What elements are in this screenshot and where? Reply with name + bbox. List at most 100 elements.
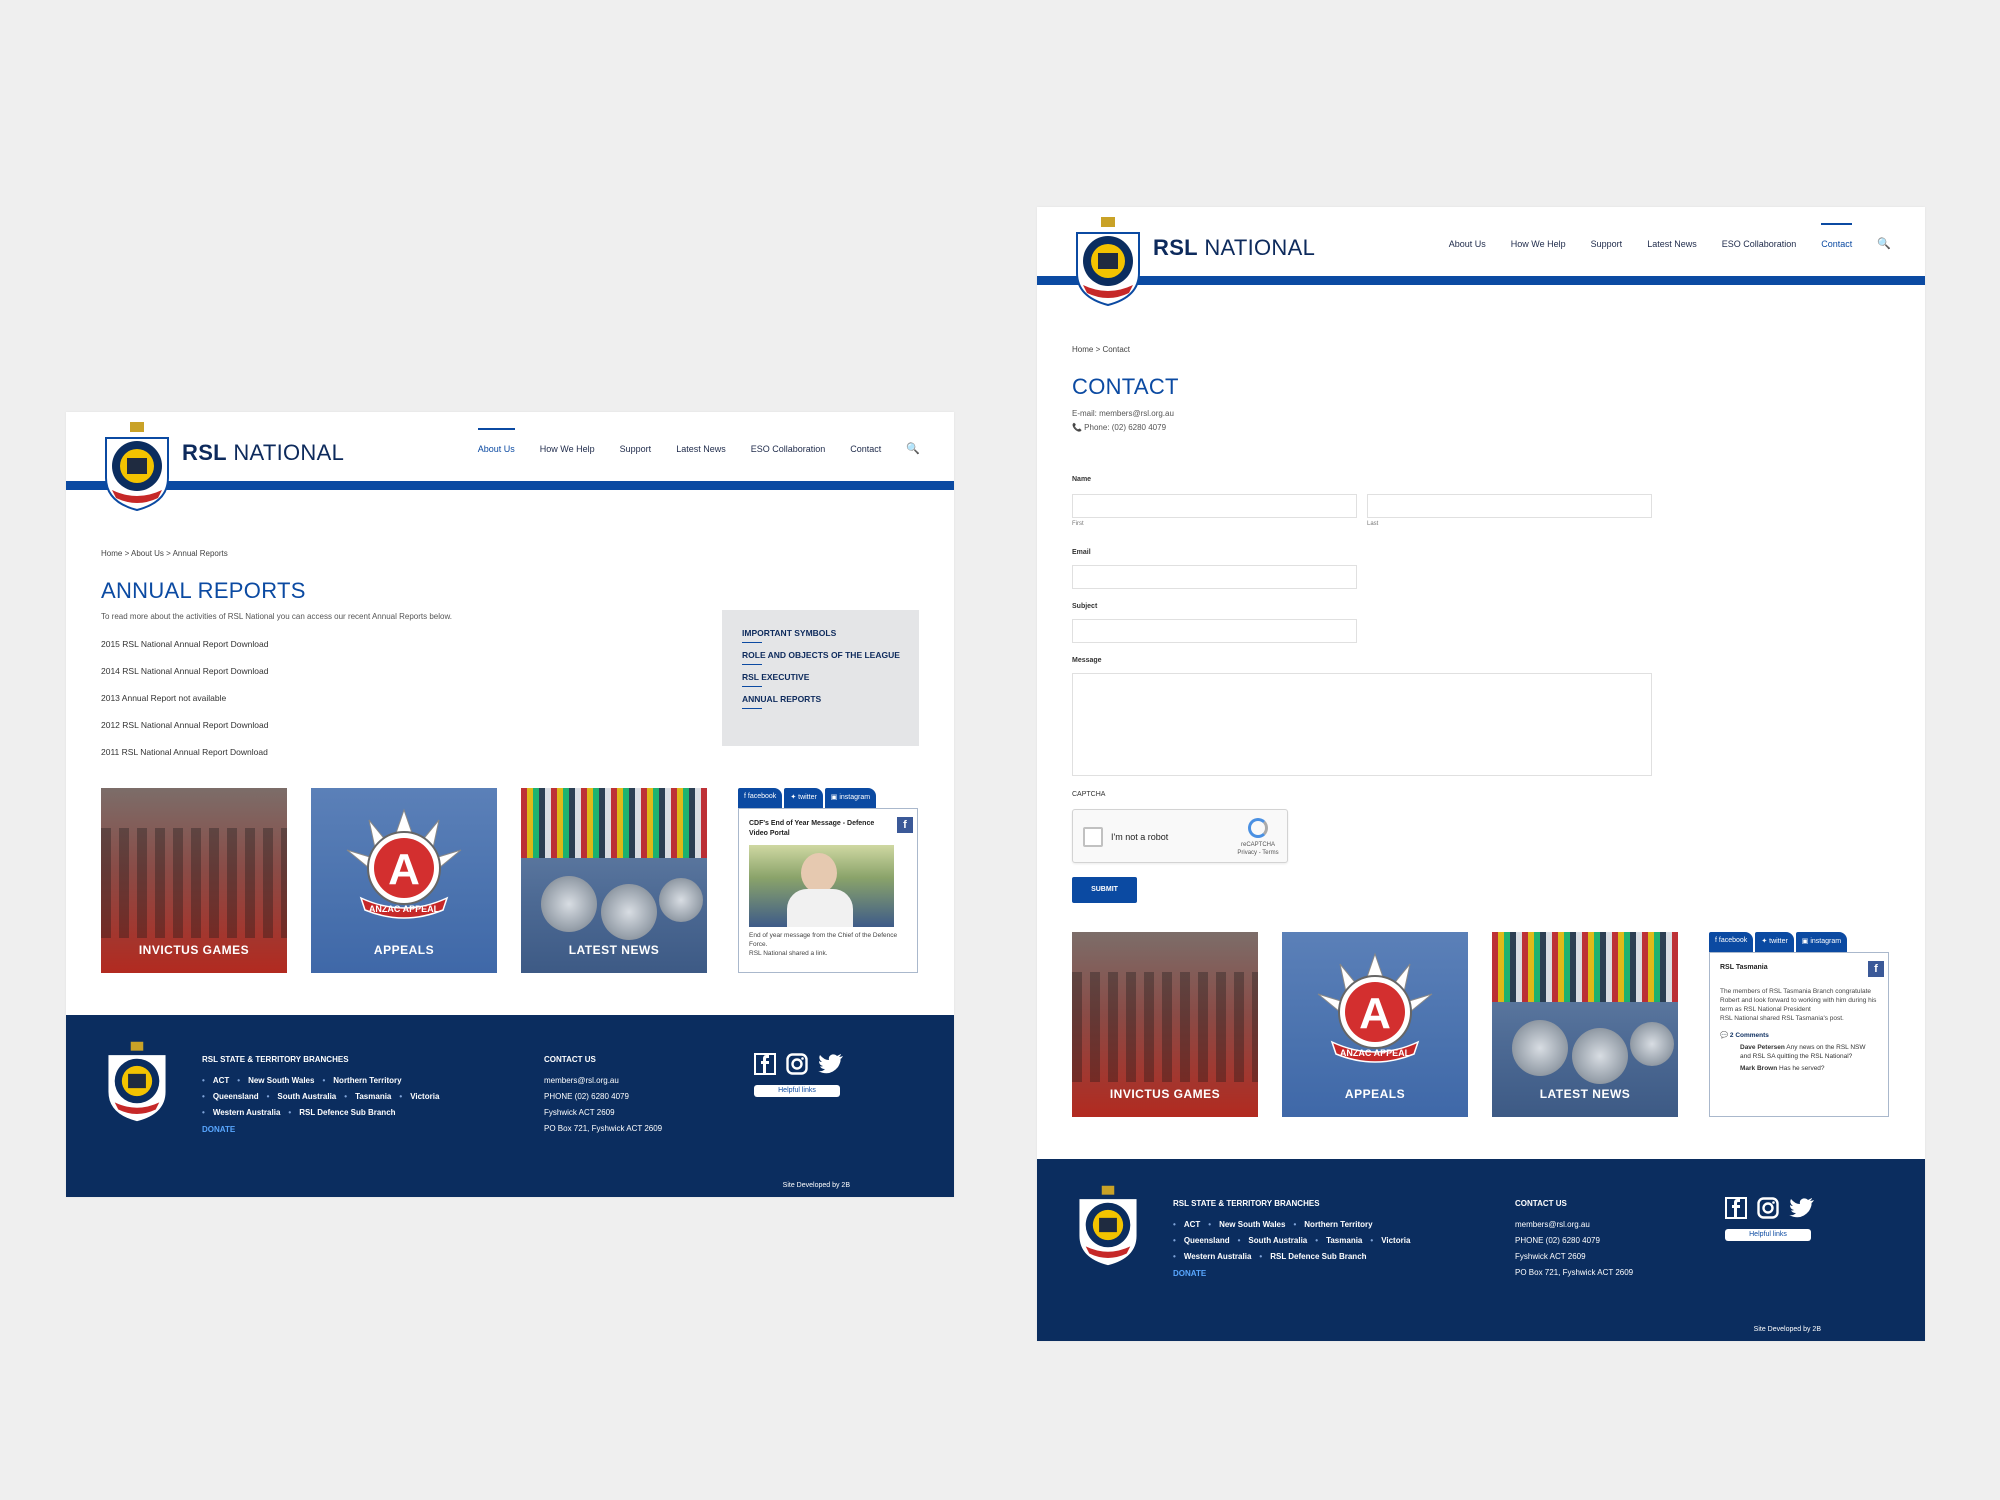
branch-nt[interactable]: Northern Territory	[1304, 1220, 1372, 1229]
rsl-badge-logo-icon[interactable]	[104, 1037, 170, 1125]
brand-name[interactable]: RSL NATIONAL	[182, 440, 344, 466]
branches-column: RSL STATE & TERRITORY BRANCHES • ACT • New…	[1173, 1199, 1410, 1278]
footer-email[interactable]: members@rsl.org.au	[1515, 1220, 1633, 1229]
tab-instagram[interactable]: ▣ instagram	[1795, 932, 1848, 952]
branch-vic[interactable]: Victoria	[1381, 1236, 1410, 1245]
tile-invictus-games[interactable]: INVICTUS GAMES	[1072, 932, 1258, 1117]
nav-latest-news[interactable]: Latest News	[676, 444, 726, 454]
branch-nsw[interactable]: New South Wales	[1219, 1220, 1285, 1229]
facebook-icon[interactable]: f	[1868, 961, 1884, 977]
post-title[interactable]: CDF's End of Year Message - Defence Vide…	[749, 819, 884, 839]
nav-how-we-help[interactable]: How We Help	[1511, 239, 1566, 249]
breadcrumb[interactable]: Home > Contact	[1072, 345, 1130, 354]
tile-label: LATEST NEWS	[568, 943, 660, 957]
tile-latest-news[interactable]: LATEST NEWS	[521, 788, 707, 973]
instagram-icon[interactable]	[786, 1053, 808, 1075]
branch-qld[interactable]: Queensland	[1184, 1236, 1230, 1245]
branch-nsw[interactable]: New South Wales	[248, 1076, 314, 1085]
sidebar-item-annual-reports[interactable]: ANNUAL REPORTS	[742, 694, 919, 709]
donate-link[interactable]: DONATE	[202, 1125, 439, 1134]
anzac-appeal-text: ANZAC APPEAL	[1340, 1048, 1411, 1058]
nav-about[interactable]: About Us	[477, 427, 515, 454]
sidebar-item-symbols[interactable]: IMPORTANT SYMBOLS	[742, 628, 919, 643]
search-icon[interactable]: 🔍	[1877, 237, 1891, 250]
twitter-icon[interactable]	[1789, 1197, 1815, 1219]
brand-name[interactable]: RSL NATIONAL	[1153, 235, 1315, 261]
branch-row: • ACT • New South Wales • Northern Territor…	[202, 1076, 402, 1085]
donate-link[interactable]: DONATE	[1173, 1269, 1410, 1278]
recaptcha-checkbox[interactable]	[1083, 827, 1103, 847]
tab-instagram[interactable]: ▣ instagram	[824, 788, 877, 808]
sidebar-item-executive[interactable]: RSL EXECUTIVE	[742, 672, 919, 687]
twitter-icon[interactable]	[818, 1053, 844, 1075]
nav-how-we-help[interactable]: How We Help	[540, 444, 595, 454]
medal-icon	[1572, 1028, 1628, 1084]
branch-act[interactable]: ACT	[213, 1076, 229, 1085]
site-developer-credit[interactable]: Site Developed by 2B	[1754, 1326, 1821, 1333]
report-link-2011[interactable]: 2011 RSL National Annual Report Download	[101, 747, 268, 757]
facebook-icon[interactable]	[1725, 1197, 1747, 1219]
rsl-badge-logo-icon[interactable]	[1071, 215, 1145, 307]
last-name-input[interactable]	[1367, 494, 1652, 518]
tab-twitter[interactable]: ✦ twitter	[1755, 932, 1794, 952]
medal-icon	[601, 884, 657, 940]
tile-appeals[interactable]: A ANZAC APPEAL APPEALS	[1282, 932, 1468, 1117]
branch-nt[interactable]: Northern Territory	[333, 1076, 401, 1085]
branch-act[interactable]: ACT	[1184, 1220, 1200, 1229]
branch-sa[interactable]: South Australia	[277, 1092, 336, 1101]
submit-button[interactable]: SUBMIT	[1072, 877, 1137, 903]
facebook-icon[interactable]: f	[897, 817, 913, 833]
sidebar-item-role[interactable]: ROLE AND OBJECTS OF THE LEAGUE	[742, 650, 919, 665]
branch-wa[interactable]: Western Australia	[1184, 1252, 1252, 1261]
tab-facebook[interactable]: f facebook	[1709, 932, 1754, 952]
helpful-links-button[interactable]: Helpful links	[1725, 1229, 1811, 1241]
message-textarea[interactable]	[1072, 673, 1652, 776]
nav-latest-news[interactable]: Latest News	[1647, 239, 1697, 249]
search-icon[interactable]: 🔍	[906, 442, 920, 455]
post-image[interactable]	[749, 845, 894, 927]
branch-defence[interactable]: RSL Defence Sub Branch	[1270, 1252, 1366, 1261]
last-sublabel: Last	[1367, 521, 1379, 527]
nav-eso[interactable]: ESO Collaboration	[751, 444, 826, 454]
nav-about[interactable]: About Us	[1449, 239, 1486, 249]
branch-sa[interactable]: South Australia	[1248, 1236, 1307, 1245]
report-link-2015[interactable]: 2015 RSL National Annual Report Download	[101, 639, 268, 649]
tab-twitter[interactable]: ✦ twitter	[784, 788, 823, 808]
svg-text:A: A	[1359, 989, 1391, 1038]
report-text-2013: 2013 Annual Report not available	[101, 693, 227, 703]
rsl-badge-logo-icon[interactable]	[1075, 1181, 1141, 1269]
footer-email[interactable]: members@rsl.org.au	[544, 1076, 662, 1085]
rsl-badge-logo-icon[interactable]	[100, 420, 174, 512]
nav-support[interactable]: Support	[1591, 239, 1623, 249]
tile-latest-news[interactable]: LATEST NEWS	[1492, 932, 1678, 1117]
branch-vic[interactable]: Victoria	[410, 1092, 439, 1101]
nav-support[interactable]: Support	[620, 444, 652, 454]
branch-defence[interactable]: RSL Defence Sub Branch	[299, 1108, 395, 1117]
tile-invictus-games[interactable]: INVICTUS GAMES	[101, 788, 287, 973]
tile-appeals[interactable]: A ANZAC APPEAL APPEALS	[311, 788, 497, 973]
branch-qld[interactable]: Queensland	[213, 1092, 259, 1101]
branch-wa[interactable]: Western Australia	[213, 1108, 281, 1117]
comments-count[interactable]: 💬 2 Comments	[1720, 1031, 1878, 1040]
facebook-icon[interactable]	[754, 1053, 776, 1075]
subject-input[interactable]	[1072, 619, 1357, 643]
nav-eso[interactable]: ESO Collaboration	[1722, 239, 1797, 249]
branch-tas[interactable]: Tasmania	[355, 1092, 391, 1101]
svg-text:A: A	[388, 845, 420, 894]
instagram-icon[interactable]	[1757, 1197, 1779, 1219]
about-sidebar: IMPORTANT SYMBOLS ROLE AND OBJECTS OF TH…	[722, 610, 919, 746]
report-link-2012[interactable]: 2012 RSL National Annual Report Download	[101, 720, 268, 730]
email-field[interactable]	[1072, 565, 1357, 589]
report-link-2014[interactable]: 2014 RSL National Annual Report Download	[101, 666, 268, 676]
breadcrumb[interactable]: Home > About Us > Annual Reports	[101, 549, 228, 558]
first-name-input[interactable]	[1072, 494, 1357, 518]
site-developer-credit[interactable]: Site Developed by 2B	[783, 1182, 850, 1189]
helpful-links-button[interactable]: Helpful links	[754, 1085, 840, 1097]
branch-tas[interactable]: Tasmania	[1326, 1236, 1362, 1245]
nav-contact[interactable]: Contact	[1821, 222, 1853, 249]
contact-email[interactable]: E-mail: members@rsl.org.au	[1072, 409, 1174, 418]
nav-contact[interactable]: Contact	[850, 444, 881, 454]
recaptcha-privacy-link[interactable]: Privacy - Terms	[1237, 849, 1279, 857]
tab-facebook[interactable]: f facebook	[738, 788, 783, 808]
post-title[interactable]: RSL Tasmania	[1720, 963, 1855, 973]
